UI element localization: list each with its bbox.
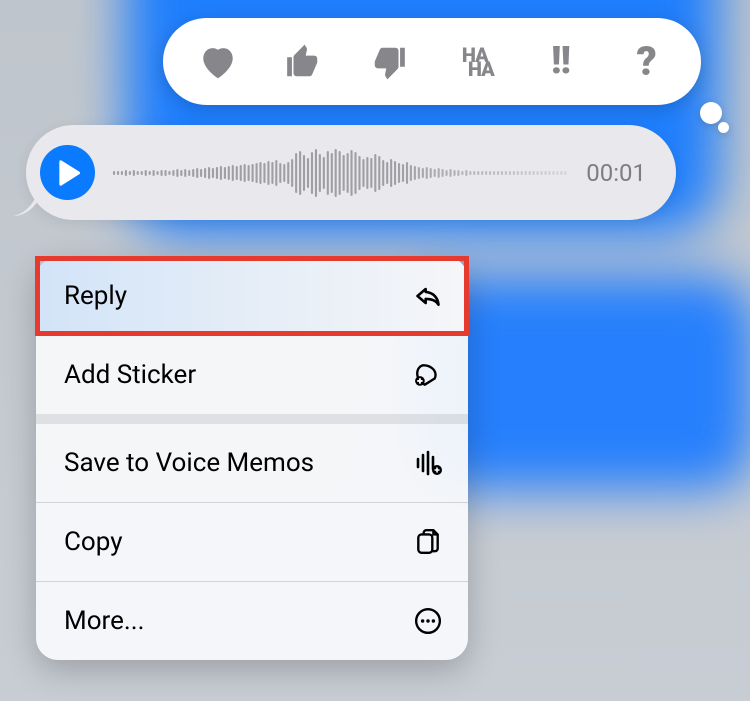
bubble-tail xyxy=(14,192,42,216)
menu-item-label: Reply xyxy=(64,281,127,311)
audio-bubble[interactable]: 00:01 xyxy=(26,125,676,220)
menu-item-add-sticker[interactable]: Add Sticker xyxy=(36,336,468,414)
voice-memos-icon xyxy=(414,449,442,477)
menu-item-label: More... xyxy=(64,606,144,636)
menu-item-save-voice-memos[interactable]: Save to Voice Memos xyxy=(36,424,468,502)
reaction-heart[interactable] xyxy=(192,36,244,88)
thumbs-up-icon xyxy=(284,43,322,81)
reaction-question[interactable]: ? xyxy=(620,36,672,88)
reaction-thumbs-up[interactable] xyxy=(277,36,329,88)
reaction-exclaim[interactable]: !! xyxy=(534,36,586,88)
audio-message: 00:01 xyxy=(26,125,676,220)
menu-item-reply[interactable]: Reply xyxy=(36,257,468,335)
heart-icon xyxy=(198,44,238,80)
tapback-tail xyxy=(700,102,729,133)
context-menu: Reply Add Sticker Save to Voice Memos xyxy=(36,257,468,660)
sticker-icon xyxy=(414,361,442,389)
menu-item-label: Copy xyxy=(64,527,123,557)
reply-icon xyxy=(414,282,442,310)
menu-item-copy[interactable]: Copy xyxy=(36,503,468,581)
audio-duration: 00:01 xyxy=(586,159,646,187)
exclaim-icon: !! xyxy=(551,48,570,75)
copy-icon xyxy=(414,528,442,556)
reaction-thumbs-down[interactable] xyxy=(363,36,415,88)
reaction-haha[interactable]: HA HA xyxy=(449,36,501,88)
haha-icon: HA HA xyxy=(456,48,494,76)
thumbs-down-icon xyxy=(370,43,408,81)
tapback-reaction-bar: HA HA !! ? xyxy=(163,18,701,105)
play-icon xyxy=(56,160,80,186)
menu-separator xyxy=(36,414,468,424)
question-icon: ? xyxy=(636,48,655,76)
more-icon xyxy=(414,607,442,635)
play-button[interactable] xyxy=(40,145,95,200)
menu-item-more[interactable]: More... xyxy=(36,582,468,660)
waveform xyxy=(113,148,568,198)
menu-item-label: Save to Voice Memos xyxy=(64,448,314,478)
menu-item-label: Add Sticker xyxy=(64,360,196,390)
